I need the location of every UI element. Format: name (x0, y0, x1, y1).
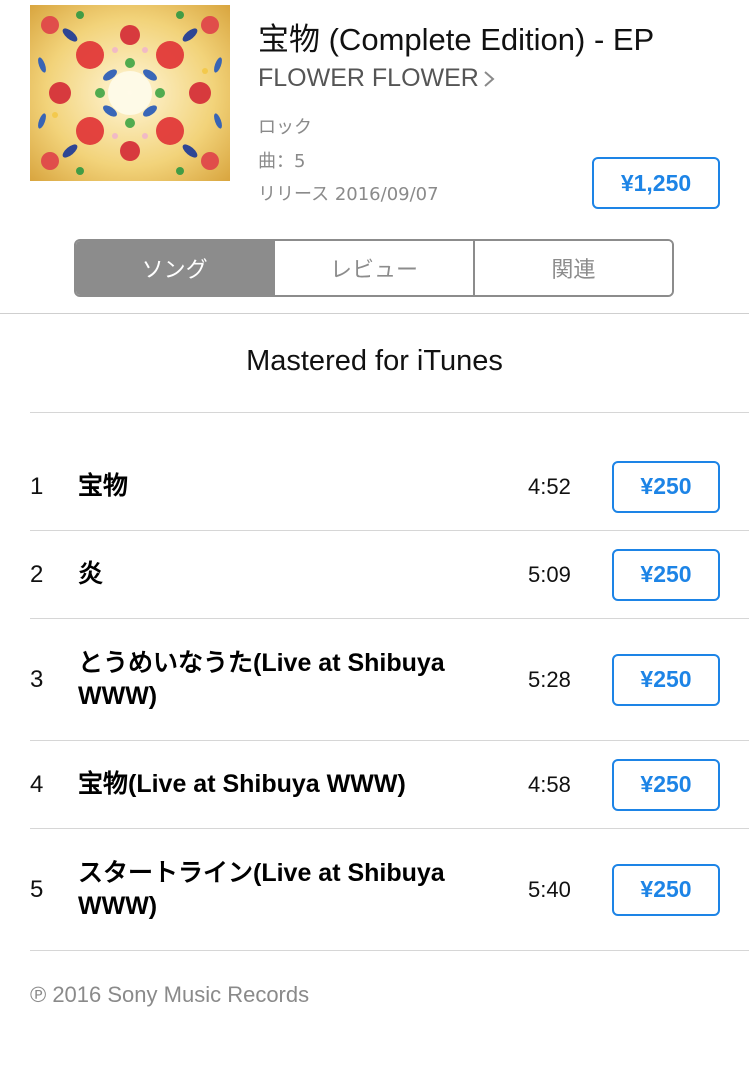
genre-label: ロック (258, 117, 312, 138)
track-number: 1 (30, 472, 44, 500)
chevron-right-icon (484, 70, 495, 87)
tab-related[interactable]: 関連 (472, 241, 672, 295)
track-duration: 5:28 (528, 666, 571, 692)
track-duration: 5:09 (528, 561, 571, 587)
release-date-label: リリース 2016/09/07 (258, 184, 439, 205)
artist-link[interactable]: FLOWER FLOWER (258, 64, 495, 93)
track-duration: 4:58 (528, 771, 571, 797)
segmented-control: ソング レビュー 関連 (74, 239, 674, 297)
album-artwork[interactable] (30, 5, 230, 181)
track-number: 4 (30, 770, 44, 798)
track-row[interactable]: 2 炎 5:09 ¥250 (30, 531, 749, 619)
track-price-button[interactable]: ¥250 (612, 460, 720, 513)
track-row[interactable]: 1 宝物 4:52 ¥250 (30, 443, 749, 531)
track-count-label: 曲：5 (258, 151, 306, 172)
track-row[interactable]: 5 スタートライン(Live at Shibuya WWW) 5:40 ¥250 (30, 829, 749, 951)
track-price-button[interactable]: ¥250 (612, 653, 720, 706)
divider (30, 412, 749, 413)
section-title: Mastered for iTunes (246, 345, 503, 377)
album-title: 宝物 (Complete Edition) - EP (258, 22, 655, 57)
track-price-button[interactable]: ¥250 (612, 548, 720, 601)
track-number: 2 (30, 560, 44, 588)
album-price-button[interactable]: ¥1,250 (592, 157, 720, 209)
track-row[interactable]: 4 宝物(Live at Shibuya WWW) 4:58 ¥250 (30, 741, 749, 829)
divider (0, 313, 749, 314)
tab-reviews[interactable]: レビュー (273, 241, 473, 295)
track-title: スタートライン(Live at Shibuya WWW) (78, 858, 445, 920)
track-title: 宝物 (78, 472, 129, 500)
track-title: とうめいなうた(Live at Shibuya WWW) (78, 648, 445, 710)
track-duration: 4:52 (528, 473, 571, 499)
track-duration: 5:40 (528, 876, 571, 902)
copyright-notice: ℗ 2016 Sony Music Records (30, 982, 310, 1007)
track-list: 1 宝物 4:52 ¥250 2 炎 5:09 ¥250 3 とうめいなうた(L… (0, 443, 749, 951)
track-title: 宝物(Live at Shibuya WWW) (78, 770, 406, 798)
track-number: 3 (30, 665, 44, 693)
artist-name: FLOWER FLOWER (258, 64, 479, 92)
track-row[interactable]: 3 とうめいなうた(Live at Shibuya WWW) 5:28 ¥250 (30, 619, 749, 741)
track-price-button[interactable]: ¥250 (612, 863, 720, 916)
track-title: 炎 (78, 560, 104, 588)
album-header: 宝物 (Complete Edition) - EP FLOWER FLOWER… (0, 0, 749, 230)
tab-songs[interactable]: ソング (76, 241, 274, 295)
track-price-button[interactable]: ¥250 (612, 758, 720, 811)
album-artwork-image (30, 5, 230, 181)
track-number: 5 (30, 875, 44, 903)
